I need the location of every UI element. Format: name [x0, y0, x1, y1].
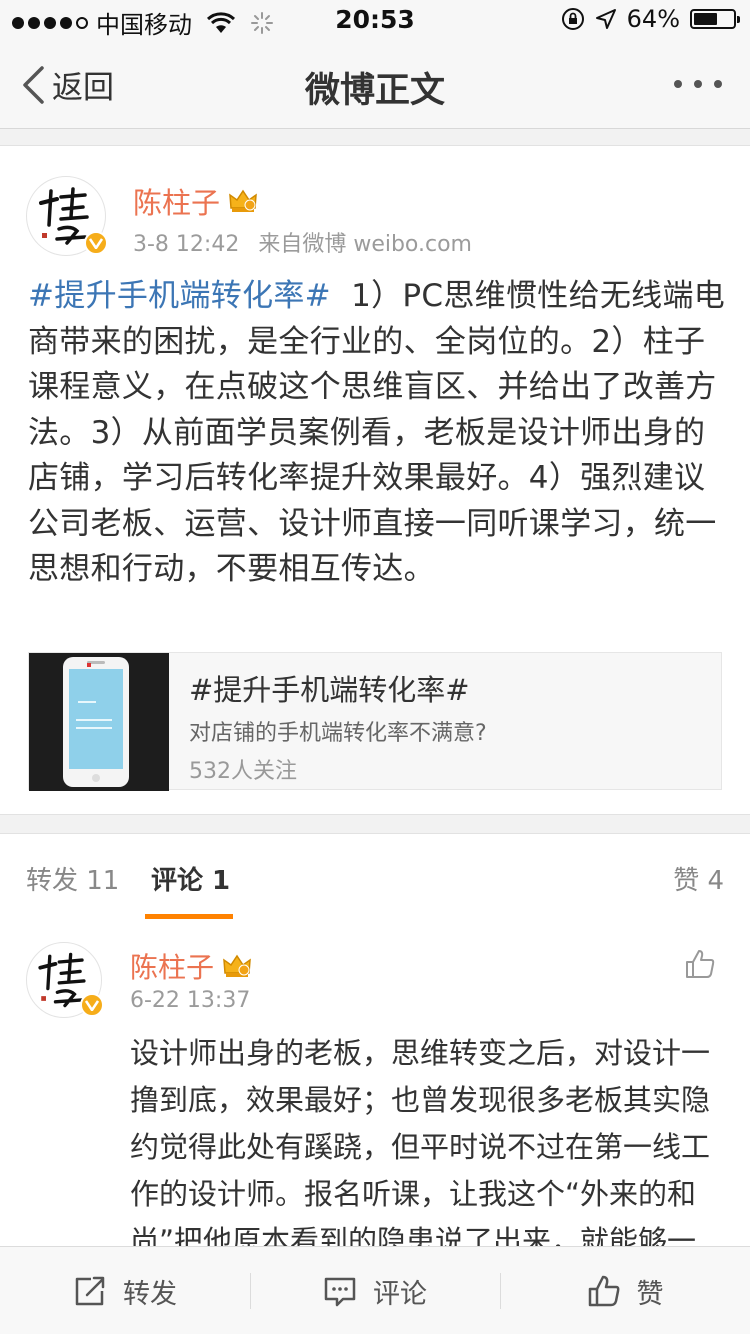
battery-icon [690, 9, 740, 29]
repost-label: 转发 [123, 1278, 177, 1310]
weibo-post-screen: 中国移动 20:53 64% 返回 微博正文 陈柱子 3-8 12:42 来自微… [0, 0, 750, 1334]
thumbs-up-icon [588, 1275, 619, 1307]
thumbs-up-icon[interactable] [684, 948, 716, 980]
post-body-text: 1）PC思维惯性给无线端电商带来的困扰，是全行业的、全岗位的。2）柱子课程意义，… [28, 278, 726, 587]
phone-image-icon [63, 657, 129, 787]
tab-like[interactable]: 赞 4 [673, 860, 724, 897]
weibo-post: 陈柱子 3-8 12:42 来自微博 weibo.com #提升手机端转化率# … [0, 145, 750, 815]
battery-percent: 64% [626, 5, 680, 33]
post-source: 来自微博 weibo.com [258, 232, 472, 257]
topic-followers: 532人关注 [189, 759, 297, 784]
like-button[interactable]: 赞 [500, 1247, 750, 1334]
active-tab-indicator [145, 914, 233, 919]
commenter-avatar[interactable] [26, 942, 104, 1018]
topic-thumbnail [29, 653, 169, 791]
commenter-name[interactable]: 陈柱子 [130, 946, 214, 986]
author-name-row: 陈柱子 [133, 180, 258, 222]
member-crown-icon [223, 954, 251, 977]
repost-icon [75, 1276, 105, 1306]
status-right: 64% [561, 5, 740, 33]
comment-icon [324, 1277, 356, 1307]
comment-button[interactable]: 评论 [250, 1247, 500, 1334]
page-title: 微博正文 [304, 71, 445, 111]
bottom-toolbar: 转发 评论 赞 [0, 1246, 750, 1334]
post-meta: 3-8 12:42 来自微博 weibo.com [133, 226, 472, 258]
navigation-bar: 返回 微博正文 [0, 40, 750, 129]
comment-time: 6-22 13:37 [130, 988, 251, 1013]
post-time: 3-8 12:42 [133, 232, 240, 257]
tab-repost[interactable]: 转发 11 [26, 860, 119, 897]
topic-card[interactable]: #提升手机端转化率# 对店铺的手机端转化率不满意? 532人关注 [28, 652, 722, 791]
author-avatar[interactable] [26, 176, 108, 256]
member-crown-icon [229, 189, 257, 212]
like-label: 赞 [636, 1278, 664, 1310]
more-options-button[interactable] [674, 70, 724, 98]
tab-comment[interactable]: 评论 1 [151, 860, 230, 897]
post-body: #提升手机端转化率# 1）PC思维惯性给无线端电商带来的困扰，是全行业的、全岗位… [28, 274, 728, 593]
post-hashtag-link[interactable]: #提升手机端转化率# [28, 278, 331, 314]
status-bar: 中国移动 20:53 64% [0, 0, 750, 40]
interaction-tabs: 转发 11 评论 1 赞 4 [0, 833, 750, 921]
topic-description: 对店铺的手机端转化率不满意? [189, 721, 487, 746]
location-icon [595, 9, 616, 29]
comment-item: 陈柱子 6-22 13:37 设计师出身的老板，思维转变之后，对设计一撸到底，效… [0, 920, 750, 1250]
comment-text: 设计师出身的老板，思维转变之后，对设计一撸到底，效果最好；也曾发现很多老板其实隐… [130, 1036, 711, 1250]
orientation-lock-icon [561, 8, 584, 30]
verified-badge-icon [80, 993, 104, 1017]
commenter-name-row: 陈柱子 [130, 946, 252, 986]
comment-label: 评论 [373, 1278, 427, 1310]
author-name[interactable]: 陈柱子 [133, 180, 220, 222]
repost-button[interactable]: 转发 [0, 1247, 250, 1334]
verified-badge-icon [84, 231, 108, 255]
topic-title: #提升手机端转化率# [189, 673, 470, 707]
